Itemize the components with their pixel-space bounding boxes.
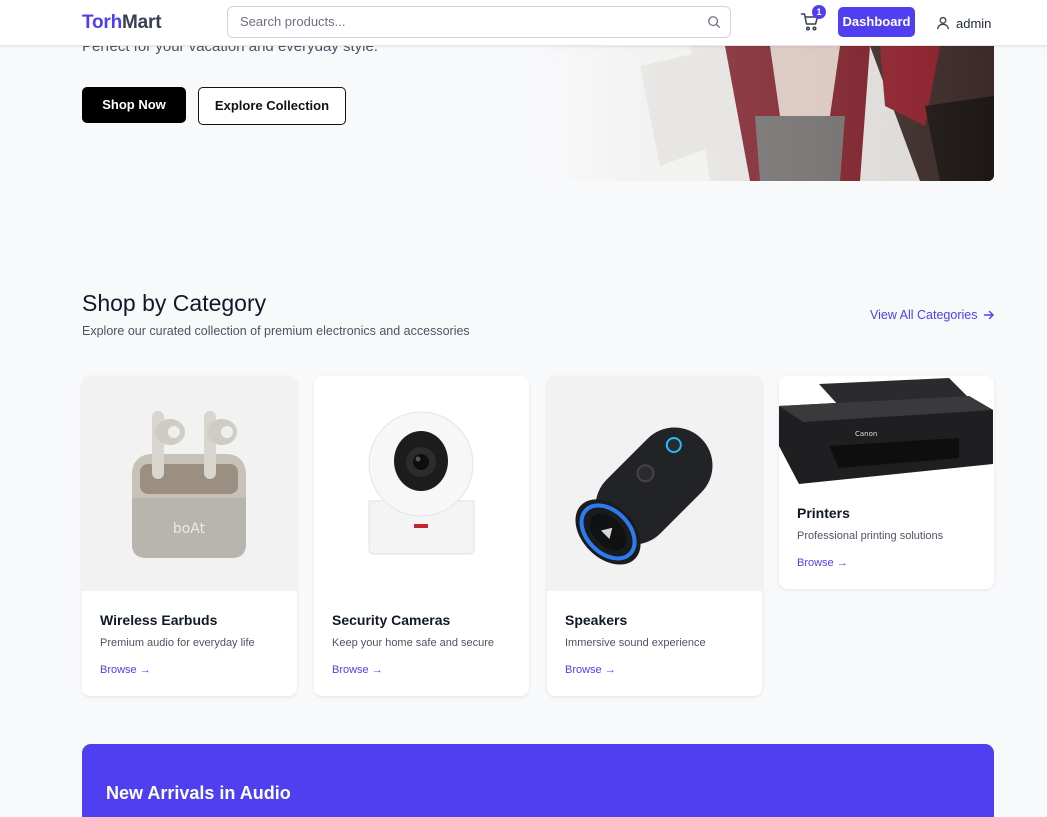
banner-title: New Arrivals in Audio bbox=[106, 783, 291, 803]
browse-link[interactable]: Browse → bbox=[797, 557, 848, 569]
arrow-right-icon: → bbox=[836, 557, 848, 569]
arrow-right-icon: → bbox=[139, 664, 151, 676]
category-card-security-cameras[interactable]: Security Cameras Keep your home safe and… bbox=[314, 376, 529, 696]
category-card-speakers[interactable]: Speakers Immersive sound experience Brow… bbox=[547, 376, 762, 696]
camera-image bbox=[314, 376, 529, 591]
browse-label: Browse bbox=[565, 664, 602, 676]
arrow-right-icon: → bbox=[604, 664, 616, 676]
view-all-categories-link[interactable]: View All Categories bbox=[870, 308, 995, 322]
search-box bbox=[227, 6, 731, 38]
category-name: Printers bbox=[797, 505, 850, 521]
category-description: Premium audio for everyday life bbox=[100, 637, 255, 649]
section-title: Shop by Category bbox=[82, 290, 267, 316]
explore-collection-button[interactable]: Explore Collection bbox=[198, 87, 346, 125]
browse-link[interactable]: Browse → bbox=[565, 664, 616, 676]
browse-link[interactable]: Browse → bbox=[332, 664, 383, 676]
user-menu[interactable]: admin bbox=[936, 14, 991, 32]
dashboard-button[interactable]: Dashboard bbox=[838, 7, 915, 37]
logo-text-part2: Mart bbox=[122, 12, 162, 33]
cart-count-badge: 1 bbox=[812, 5, 826, 19]
browse-link[interactable]: Browse → bbox=[100, 664, 151, 676]
hero-image bbox=[540, 46, 994, 181]
arrow-right-icon bbox=[984, 310, 995, 320]
category-name: Security Cameras bbox=[332, 612, 451, 628]
browse-label: Browse bbox=[797, 557, 834, 569]
category-name: Speakers bbox=[565, 612, 628, 628]
search-input[interactable] bbox=[240, 14, 690, 29]
view-all-label: View All Categories bbox=[870, 308, 978, 322]
browse-label: Browse bbox=[332, 664, 369, 676]
category-card-earbuds[interactable]: boAt Wireless Earbuds Premium audio for … bbox=[82, 376, 297, 696]
category-card-printers[interactable]: Canon Printers Professional printing sol… bbox=[779, 376, 994, 589]
section-subtitle: Explore our curated collection of premiu… bbox=[82, 324, 470, 338]
speaker-image bbox=[547, 376, 762, 591]
category-description: Immersive sound experience bbox=[565, 637, 706, 649]
category-description: Keep your home safe and secure bbox=[332, 637, 495, 649]
top-navbar: TorhMart 1 Dashboard admin bbox=[0, 0, 1047, 46]
earbuds-image: boAt bbox=[82, 376, 297, 591]
printer-brand-mark: Canon bbox=[855, 430, 877, 438]
username-label: admin bbox=[956, 15, 992, 31]
category-description: Professional printing solutions bbox=[797, 530, 944, 542]
category-name: Wireless Earbuds bbox=[100, 612, 218, 628]
site-logo[interactable]: TorhMart bbox=[82, 12, 162, 34]
user-icon bbox=[937, 16, 949, 30]
printer-image: Canon bbox=[779, 376, 994, 488]
earbuds-brand-mark: boAt bbox=[173, 521, 206, 537]
shop-now-button[interactable]: Shop Now bbox=[82, 87, 186, 123]
new-arrivals-banner: New Arrivals in Audio bbox=[82, 744, 994, 817]
browse-label: Browse bbox=[100, 664, 137, 676]
search-icon[interactable] bbox=[707, 15, 721, 29]
logo-text-part1: Torh bbox=[82, 12, 123, 33]
arrow-right-icon: → bbox=[371, 664, 383, 676]
